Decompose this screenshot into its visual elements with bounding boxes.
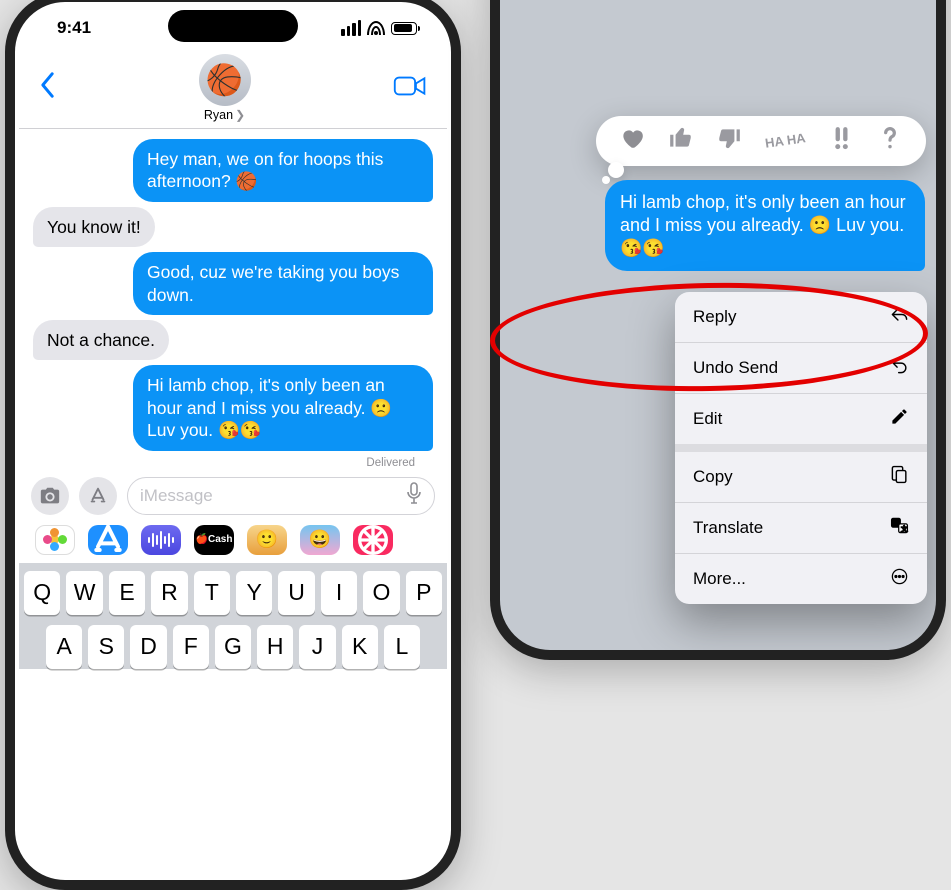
tapback-heart-icon[interactable] xyxy=(619,125,645,158)
focused-message-bubble[interactable]: Hi lamb chop, it's only been an hour and… xyxy=(605,180,925,271)
tapback-thumbs-down-icon[interactable] xyxy=(716,125,742,158)
contact-avatar: 🏀 xyxy=(199,54,251,106)
keyboard[interactable]: Q W E R T Y U I O P A S D xyxy=(19,563,447,669)
wifi-icon xyxy=(367,21,385,35)
delivered-label: Delivered xyxy=(33,456,433,469)
message-bubble-incoming[interactable]: Not a chance. xyxy=(33,320,169,360)
dictation-button[interactable] xyxy=(406,482,422,509)
more-icon xyxy=(890,567,909,591)
key-j[interactable]: J xyxy=(299,625,335,669)
key-u[interactable]: U xyxy=(278,571,314,615)
key-w[interactable]: W xyxy=(66,571,102,615)
memoji2-app-icon[interactable]: 😀 xyxy=(300,525,340,555)
menu-label: Reply xyxy=(693,307,736,327)
key-h[interactable]: H xyxy=(257,625,293,669)
svg-text:文: 文 xyxy=(901,524,908,533)
menu-reply[interactable]: Reply xyxy=(675,292,927,343)
key-y[interactable]: Y xyxy=(236,571,272,615)
key-l[interactable]: L xyxy=(384,625,420,669)
conversation-thread[interactable]: Hey man, we on for hoops this afternoon?… xyxy=(19,129,447,471)
back-button[interactable] xyxy=(39,70,56,107)
menu-label: Copy xyxy=(693,467,733,487)
digital-touch-app-icon[interactable] xyxy=(353,525,393,555)
audio-message-app-icon[interactable] xyxy=(141,525,181,555)
pencil-icon xyxy=(890,407,909,431)
keyboard-row-1: Q W E R T Y U I O P xyxy=(24,571,442,615)
message-bubble-outgoing[interactable]: Good, cuz we're taking you boys down. xyxy=(133,252,433,315)
key-f[interactable]: F xyxy=(173,625,209,669)
photos-app-icon[interactable] xyxy=(35,525,75,555)
status-time: 9:41 xyxy=(57,18,91,38)
undo-icon xyxy=(890,356,909,380)
key-d[interactable]: D xyxy=(130,625,166,669)
basketball-icon: 🏀 xyxy=(206,63,243,98)
camera-button[interactable] xyxy=(31,477,69,515)
battery-icon xyxy=(391,22,417,35)
message-bubble-outgoing[interactable]: Hey man, we on for hoops this afternoon?… xyxy=(133,139,433,202)
menu-translate[interactable]: Translate A文 xyxy=(675,503,927,554)
message-bubble-incoming[interactable]: You know it! xyxy=(33,207,155,247)
tapback-tail-icon xyxy=(602,176,610,184)
facetime-button[interactable] xyxy=(393,75,427,102)
menu-copy[interactable]: Copy xyxy=(675,452,927,503)
cellular-signal-icon xyxy=(341,20,361,36)
key-s[interactable]: S xyxy=(88,625,124,669)
key-a[interactable]: A xyxy=(46,625,82,669)
apple-cash-app-icon[interactable]: 🍎Cash xyxy=(194,525,234,555)
key-p[interactable]: P xyxy=(406,571,442,615)
contact-name: Ryan xyxy=(204,108,233,122)
key-g[interactable]: G xyxy=(215,625,251,669)
status-bar: 9:41 xyxy=(19,2,447,54)
memoji-app-icon[interactable]: 🙂 xyxy=(247,525,287,555)
key-o[interactable]: O xyxy=(363,571,399,615)
key-e[interactable]: E xyxy=(109,571,145,615)
menu-label: Edit xyxy=(693,409,722,429)
menu-edit[interactable]: Edit xyxy=(675,394,927,452)
imessage-app-strip[interactable]: 🍎Cash 🙂 😀 xyxy=(19,521,447,563)
message-input-bar: iMessage xyxy=(19,471,447,521)
key-r[interactable]: R xyxy=(151,571,187,615)
message-bubble-outgoing[interactable]: Hi lamb chop, it's only been an hour and… xyxy=(133,365,433,450)
menu-label: Translate xyxy=(693,518,763,538)
menu-label: More... xyxy=(693,569,746,589)
key-i[interactable]: I xyxy=(321,571,357,615)
tapback-question-icon[interactable] xyxy=(877,125,903,158)
menu-label: Undo Send xyxy=(693,358,778,378)
app-store-button[interactable] xyxy=(79,477,117,515)
tapback-tail-icon xyxy=(608,162,624,178)
copy-icon xyxy=(890,465,909,489)
keyboard-row-2: A S D F G H J K L xyxy=(24,625,442,669)
reply-icon xyxy=(890,305,909,329)
key-q[interactable]: Q xyxy=(24,571,60,615)
translate-icon: A文 xyxy=(890,516,909,540)
key-t[interactable]: T xyxy=(194,571,230,615)
contact-chip[interactable]: 🏀 Ryan ❯ xyxy=(199,54,251,122)
appstore-app-icon[interactable] xyxy=(88,525,128,555)
chevron-right-icon: ❯ xyxy=(235,108,245,122)
tapback-thumbs-up-icon[interactable] xyxy=(668,125,694,158)
tapback-reaction-bar[interactable]: HA HA xyxy=(596,116,926,166)
tapback-exclaim-icon[interactable] xyxy=(828,125,854,158)
message-context-menu: Reply Undo Send Edit Copy Translate xyxy=(675,292,927,604)
menu-undo-send[interactable]: Undo Send xyxy=(675,343,927,394)
key-k[interactable]: K xyxy=(342,625,378,669)
message-placeholder: iMessage xyxy=(140,486,213,506)
phone-left-frame: 9:41 🏀 Ryan xyxy=(0,0,470,634)
tapback-haha-icon[interactable]: HA HA xyxy=(764,133,806,148)
phone-right-frame: HA HA Hi lamb chop, it's only been an ho… xyxy=(470,0,951,634)
menu-more[interactable]: More... xyxy=(675,554,927,604)
chat-header: 🏀 Ryan ❯ xyxy=(19,54,447,129)
message-input[interactable]: iMessage xyxy=(127,477,435,515)
